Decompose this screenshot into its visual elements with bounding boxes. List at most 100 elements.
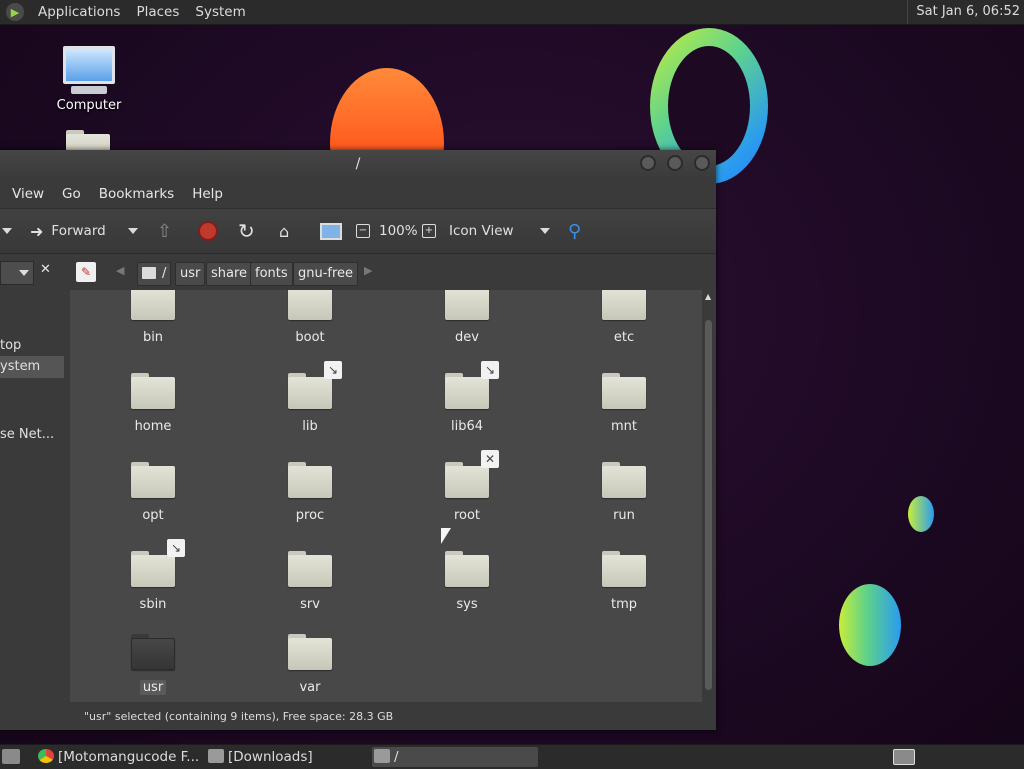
- task-label: [Downloads]: [228, 749, 313, 765]
- view-mode-select[interactable]: Icon View: [449, 209, 514, 253]
- folder-item-var[interactable]: var: [260, 634, 360, 695]
- folder-item-tmp[interactable]: tmp: [574, 551, 674, 612]
- folder-item-usr[interactable]: usr: [103, 634, 203, 695]
- breadcrumb-gnu-free[interactable]: gnu-free: [293, 262, 359, 286]
- task-downloads[interactable]: [Downloads]: [206, 747, 388, 767]
- breadcrumb-right-arrow-icon[interactable]: ▶: [364, 264, 372, 277]
- zoom-in-button[interactable]: +: [422, 209, 436, 253]
- sidebar-select[interactable]: [0, 261, 34, 285]
- folder-item-boot[interactable]: boot: [260, 290, 360, 345]
- folder-item-etc[interactable]: etc: [574, 290, 674, 345]
- computer-button[interactable]: [320, 209, 342, 253]
- desktop-icon-computer[interactable]: Computer: [52, 46, 126, 113]
- menu-places[interactable]: Places: [128, 4, 187, 20]
- menu-system[interactable]: System: [187, 4, 253, 20]
- file-icon-view: ↘ bin boot dev etc home ↘ lib ↘ lib: [70, 290, 702, 702]
- folder-icon: [131, 462, 175, 500]
- maximize-button[interactable]: [667, 155, 683, 171]
- zoom-out-button[interactable]: −: [356, 209, 370, 253]
- folder-item-sbin[interactable]: ↘ sbin: [103, 539, 203, 612]
- reload-button[interactable]: ↻: [238, 209, 255, 253]
- breadcrumb-usr[interactable]: usr: [175, 262, 206, 286]
- folder-icon: [288, 462, 332, 500]
- folder-item-proc[interactable]: proc: [260, 462, 360, 523]
- folder-icon: ↘: [288, 361, 342, 411]
- link-emblem-icon: ↘: [481, 361, 499, 379]
- distro-logo-icon[interactable]: ▶: [6, 3, 24, 21]
- up-button[interactable]: ⇧: [157, 209, 172, 253]
- stop-icon: [198, 221, 218, 241]
- show-desktop-icon[interactable]: [2, 749, 20, 764]
- computer-icon: [63, 46, 115, 84]
- folder-icon: [131, 373, 175, 411]
- folder-item-opt[interactable]: opt: [103, 462, 203, 523]
- breadcrumb-fonts[interactable]: fonts: [250, 262, 293, 286]
- task-label: /: [394, 749, 399, 765]
- folder-label: usr: [139, 680, 167, 695]
- folder-icon: [288, 551, 332, 589]
- folder-label: tmp: [610, 597, 637, 612]
- folder-item-run[interactable]: run: [574, 462, 674, 523]
- scrollbar-thumb[interactable]: [705, 320, 712, 690]
- breadcrumb-left-arrow-icon[interactable]: ◀: [116, 264, 124, 277]
- folder-item-dev[interactable]: dev: [417, 290, 517, 345]
- menu-applications[interactable]: Applications: [30, 4, 128, 20]
- folder-item-root[interactable]: ✕ root: [417, 450, 517, 523]
- workspace-switcher-icon[interactable]: [893, 749, 915, 765]
- folder-icon: [288, 290, 332, 322]
- task-browser[interactable]: [Motomangucode F...: [36, 747, 220, 767]
- breadcrumb-root[interactable]: /: [137, 262, 172, 286]
- menu-view[interactable]: View: [0, 186, 53, 202]
- wallpaper-big-dot: [839, 584, 901, 666]
- window-titlebar[interactable]: /: [0, 150, 716, 180]
- minimize-button[interactable]: [640, 155, 656, 171]
- forward-button[interactable]: ➜ Forward: [30, 209, 106, 253]
- search-icon: ⚲: [568, 220, 582, 242]
- sidebar-item-network[interactable]: se Net...: [0, 425, 64, 445]
- stop-button[interactable]: [198, 209, 218, 253]
- folder-icon: ↘: [131, 290, 175, 322]
- sidebar-item-filesystem[interactable]: ystem: [0, 356, 64, 378]
- task-label: [Motomangucode F...: [58, 749, 200, 765]
- menu-go[interactable]: Go: [53, 186, 90, 202]
- zoom-level[interactable]: 100%: [379, 209, 418, 253]
- close-button[interactable]: [694, 155, 710, 171]
- search-button[interactable]: ⚲: [568, 209, 581, 253]
- folder-item-lib[interactable]: ↘ lib: [260, 361, 360, 434]
- home-button[interactable]: ⌂: [279, 209, 289, 253]
- folder-label: var: [299, 680, 321, 695]
- task-file-manager-root[interactable]: /: [372, 747, 538, 767]
- edit-location-icon[interactable]: ✎: [76, 262, 96, 282]
- folder-icon: [602, 551, 646, 589]
- scroll-up-arrow-icon[interactable]: ▲: [705, 292, 711, 301]
- folder-item-lib64[interactable]: ↘ lib64: [417, 361, 517, 434]
- back-dropdown-button[interactable]: [2, 209, 12, 253]
- breadcrumb-share[interactable]: share: [206, 262, 253, 286]
- reload-icon: ↻: [238, 219, 255, 243]
- wallpaper-small-dot: [908, 496, 934, 532]
- folder-item-sys[interactable]: sys: [417, 551, 517, 612]
- clock[interactable]: Sat Jan 6, 06:52: [907, 0, 1020, 24]
- vertical-scrollbar[interactable]: ▲: [703, 290, 714, 702]
- chevron-down-icon: [19, 270, 29, 276]
- zoom-in-icon: +: [422, 224, 436, 238]
- window-title: /: [355, 156, 361, 172]
- menu-help[interactable]: Help: [183, 186, 232, 202]
- sidebar-close-icon[interactable]: ✕: [40, 262, 51, 277]
- folder-label: srv: [300, 597, 320, 612]
- sidebar-item-desktop[interactable]: top: [0, 336, 64, 356]
- folder-item-home[interactable]: home: [103, 373, 203, 434]
- folder-item-srv[interactable]: srv: [260, 551, 360, 612]
- folder-label: bin: [142, 330, 164, 345]
- folder-item-bin[interactable]: ↘ bin: [103, 290, 203, 345]
- folder-label: sbin: [139, 597, 167, 612]
- forward-label: Forward: [51, 223, 106, 239]
- forward-dropdown-button[interactable]: [128, 209, 138, 253]
- up-arrow-icon: ⇧: [157, 220, 173, 242]
- folder-item-mnt[interactable]: mnt: [574, 373, 674, 434]
- folder-label: boot: [295, 330, 325, 345]
- desktop-icon-label: Computer: [56, 98, 122, 113]
- chevron-down-icon: [2, 228, 12, 234]
- menu-bookmarks[interactable]: Bookmarks: [90, 186, 183, 202]
- view-mode-dropdown[interactable]: [540, 209, 550, 253]
